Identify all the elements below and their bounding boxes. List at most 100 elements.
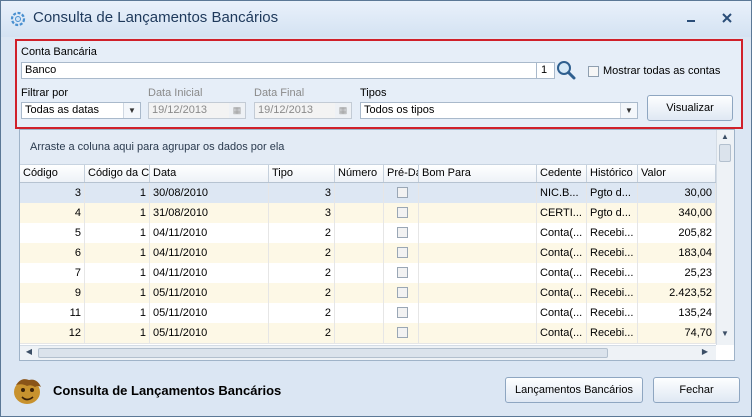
pre-datado-checkbox[interactable] [397, 267, 408, 278]
chevron-down-icon[interactable]: ▼ [620, 103, 637, 118]
cell-cedente: Conta(... [537, 243, 587, 263]
lancamentos-grid[interactable]: Arraste a coluna aqui para agrupar os da… [19, 129, 735, 361]
horizontal-scroll-thumb[interactable] [38, 348, 608, 358]
cell-pre-datado [384, 263, 419, 283]
cell-tipo: 3 [269, 203, 335, 223]
search-button[interactable] [556, 60, 576, 80]
horizontal-scrollbar[interactable]: ◀ ▶ [20, 345, 716, 360]
scroll-down-arrow-icon[interactable]: ▼ [720, 329, 730, 338]
data-inicial-input[interactable]: 19/12/2013 ▦ [148, 102, 246, 119]
cell-tipo: 2 [269, 303, 335, 323]
cell-tipo: 2 [269, 263, 335, 283]
pre-datado-checkbox[interactable] [397, 207, 408, 218]
cell-bom-para [419, 223, 537, 243]
cell-historico: Recebi... [587, 283, 638, 303]
table-row[interactable]: 3 1 30/08/2010 3 NIC.B... Pgto d... 30,00 [20, 183, 716, 204]
scroll-up-arrow-icon[interactable]: ▲ [720, 132, 730, 141]
pre-datado-checkbox[interactable] [397, 307, 408, 318]
scroll-right-arrow-icon[interactable]: ▶ [700, 347, 710, 356]
column-header-cedente[interactable]: Cedente [537, 165, 587, 182]
cell-tipo: 2 [269, 283, 335, 303]
table-row[interactable]: 6 1 04/11/2010 2 Conta(... Recebi... 183,04 [20, 243, 716, 264]
cell-codigo-da-conta: 1 [85, 243, 150, 263]
data-final-label: Data Final [254, 87, 305, 99]
visualizar-button[interactable]: Visualizar [647, 95, 733, 121]
cell-data: 05/11/2010 [150, 303, 269, 323]
vertical-scroll-thumb[interactable] [719, 144, 731, 162]
lancamentos-bancarios-button[interactable]: Lançamentos Bancários [505, 377, 643, 403]
conta-bancaria-input[interactable]: Banco [21, 62, 537, 79]
pre-datado-checkbox[interactable] [397, 327, 408, 338]
column-header-codigo[interactable]: Código [20, 165, 85, 182]
cell-codigo-da-conta: 1 [85, 203, 150, 223]
main-window: Consulta de Lançamentos Bancários Conta … [0, 0, 752, 417]
vertical-scrollbar[interactable]: ▲ ▼ [716, 130, 734, 345]
cell-codigo-da-conta: 1 [85, 263, 150, 283]
table-row[interactable]: 12 1 05/11/2010 2 Conta(... Recebi... 74,70 [20, 323, 716, 344]
cell-cedente: Conta(... [537, 263, 587, 283]
conta-code-field[interactable]: 1 [537, 62, 555, 79]
column-header-tipo[interactable]: Tipo [269, 165, 335, 182]
cell-historico: Pgto d... [587, 183, 638, 203]
title-bar[interactable]: Consulta de Lançamentos Bancários [1, 1, 751, 37]
cell-cedente: CERTI... [537, 203, 587, 223]
table-row[interactable]: 5 1 04/11/2010 2 Conta(... Recebi... 205,82 [20, 223, 716, 244]
pre-datado-checkbox[interactable] [397, 227, 408, 238]
group-by-panel[interactable]: Arraste a coluna aqui para agrupar os da… [20, 130, 716, 165]
cell-codigo-da-conta: 1 [85, 303, 150, 323]
cell-historico: Pgto d... [587, 203, 638, 223]
chevron-down-icon[interactable]: ▼ [123, 103, 140, 118]
data-inicial-label: Data Inicial [148, 87, 203, 99]
cell-valor: 25,23 [638, 263, 716, 283]
close-icon [722, 13, 732, 23]
filtrar-por-value: Todas as datas [25, 104, 99, 116]
data-final-value: 19/12/2013 [258, 104, 314, 116]
table-row[interactable]: 4 1 31/08/2010 3 CERTI... Pgto d... 340,00 [20, 203, 716, 224]
scroll-left-arrow-icon[interactable]: ◀ [24, 347, 34, 356]
cell-valor: 205,82 [638, 223, 716, 243]
table-row[interactable]: 9 1 05/11/2010 2 Conta(... Recebi... 2.423,52 [20, 283, 716, 304]
cell-codigo: 7 [20, 263, 85, 283]
cell-codigo-da-conta: 1 [85, 283, 150, 303]
pre-datado-checkbox[interactable] [397, 247, 408, 258]
group-by-hint: Arraste a coluna aqui para agrupar os da… [30, 141, 285, 153]
table-row[interactable]: 11 1 05/11/2010 2 Conta(... Recebi... 135,24 [20, 303, 716, 324]
cell-pre-datado [384, 323, 419, 343]
tipos-select[interactable]: Todos os tipos ▼ [360, 102, 638, 119]
pre-datado-checkbox[interactable] [397, 287, 408, 298]
calendar-icon[interactable]: ▦ [335, 103, 351, 118]
cell-codigo: 4 [20, 203, 85, 223]
cell-valor: 183,04 [638, 243, 716, 263]
filtrar-por-select[interactable]: Todas as datas ▼ [21, 102, 141, 119]
data-final-input[interactable]: 19/12/2013 ▦ [254, 102, 352, 119]
column-header-bom-para[interactable]: Bom Para [419, 165, 537, 182]
column-header-valor[interactable]: Valor [638, 165, 716, 182]
fechar-button[interactable]: Fechar [653, 377, 740, 403]
cell-numero [335, 203, 384, 223]
pre-datado-checkbox[interactable] [397, 187, 408, 198]
column-header-numero[interactable]: Número [335, 165, 384, 182]
cell-codigo-da-conta: 1 [85, 223, 150, 243]
column-header-codigo-da-conta[interactable]: Código da Co [85, 165, 150, 182]
column-header-pre-datado[interactable]: Pré-Da [384, 165, 419, 182]
mostrar-todas-label: Mostrar todas as contas [603, 65, 721, 77]
cell-tipo: 2 [269, 243, 335, 263]
cell-numero [335, 263, 384, 283]
column-header-historico[interactable]: Histórico [587, 165, 638, 182]
cell-bom-para [419, 183, 537, 203]
calendar-icon[interactable]: ▦ [229, 103, 245, 118]
search-icon [557, 61, 576, 80]
column-header-data[interactable]: Data [150, 165, 269, 182]
cell-cedente: Conta(... [537, 303, 587, 323]
table-row[interactable]: 7 1 04/11/2010 2 Conta(... Recebi... 25,23 [20, 263, 716, 284]
mostrar-todas-checkbox[interactable] [588, 66, 599, 77]
cell-bom-para [419, 283, 537, 303]
cell-historico: Recebi... [587, 263, 638, 283]
cell-codigo: 3 [20, 183, 85, 203]
minimize-icon [687, 20, 695, 22]
cell-codigo: 6 [20, 243, 85, 263]
cell-bom-para [419, 263, 537, 283]
minimize-button[interactable] [681, 11, 701, 27]
close-button[interactable] [717, 11, 737, 27]
cell-codigo: 9 [20, 283, 85, 303]
